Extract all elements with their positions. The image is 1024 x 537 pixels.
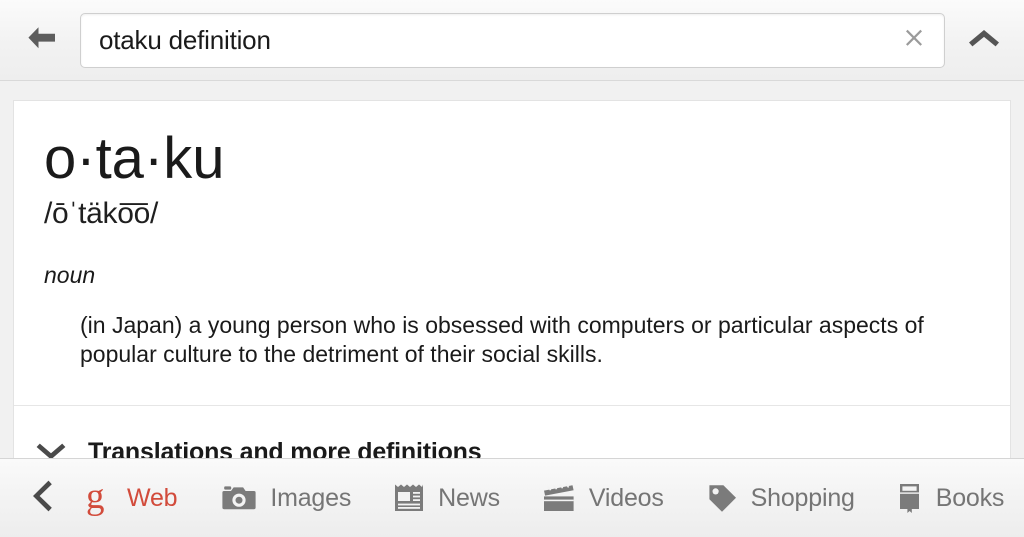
- nav-item-videos[interactable]: Videos: [542, 483, 664, 513]
- clear-search-button[interactable]: [888, 14, 940, 67]
- svg-text:g: g: [86, 478, 105, 517]
- part-of-speech: noun: [44, 261, 96, 288]
- definition-card: o·ta·ku /ōˈtäko͞o/ noun (in Japan) a you…: [13, 100, 1011, 480]
- nav-back-button[interactable]: [0, 479, 84, 518]
- nav-item-books[interactable]: Books: [897, 482, 1004, 514]
- pronunciation: /ōˈtäko͞o/: [44, 196, 159, 230]
- nav-item-news[interactable]: News: [393, 482, 500, 514]
- definition-content: o·ta·ku /ōˈtäko͞o/ noun (in Japan) a you…: [14, 101, 1010, 370]
- nav-item-shopping[interactable]: Shopping: [706, 482, 855, 514]
- chevron-up-icon: [966, 27, 1002, 54]
- nav-item-shopping-label: Shopping: [750, 483, 855, 512]
- collapse-keyboard-button[interactable]: [955, 12, 1013, 68]
- search-input-value: otaku definition: [99, 25, 271, 55]
- nav-item-images-label: Images: [270, 483, 352, 512]
- nav-item-news-label: News: [438, 483, 500, 512]
- back-button[interactable]: [13, 10, 71, 70]
- chevron-left-icon: [31, 479, 53, 518]
- search-toolbar: otaku definition: [0, 0, 1024, 81]
- close-icon: [901, 25, 927, 56]
- nav-item-images[interactable]: Images: [221, 483, 351, 513]
- definition-sense: (in Japan) a young person who is obsesse…: [80, 311, 924, 368]
- chevron-down-icon: [14, 425, 88, 463]
- camera-icon: [221, 483, 257, 513]
- nav-item-videos-label: Videos: [588, 483, 664, 512]
- nav-item-books-label: Books: [935, 483, 1005, 512]
- book-icon: [897, 482, 923, 514]
- vertical-search-toolbar: g Web Images News Videos Shopping Books: [0, 458, 1024, 537]
- arrow-left-icon: [25, 24, 59, 57]
- newspaper-icon: [393, 482, 425, 514]
- search-app-window: otaku definition o·ta·ku /ōˈtäko͞o/ noun: [0, 0, 1024, 537]
- clapperboard-icon: [542, 483, 576, 513]
- search-input[interactable]: otaku definition: [80, 13, 945, 68]
- nav-item-web-label: Web: [127, 483, 178, 512]
- google-g-icon: g: [84, 478, 114, 518]
- nav-item-web[interactable]: g Web: [84, 478, 178, 518]
- headword: o·ta·ku: [44, 126, 225, 191]
- price-tag-icon: [706, 482, 738, 514]
